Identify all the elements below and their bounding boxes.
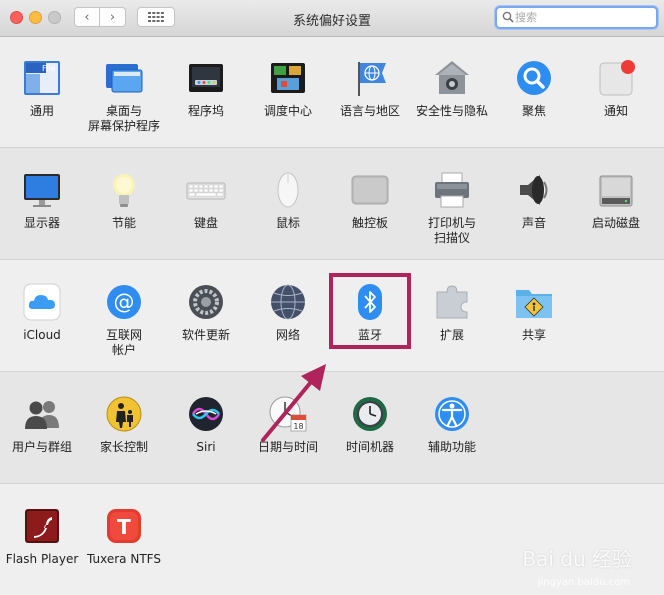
- baidu-watermark-url: jingyan.baidu.com: [537, 577, 630, 588]
- annotation-arrow-icon: [261, 364, 326, 442]
- system-preferences-window: ‹ › 系统偏好设置 File 通用: [0, 0, 664, 595]
- baidu-watermark: Bai du 经验: [522, 547, 632, 571]
